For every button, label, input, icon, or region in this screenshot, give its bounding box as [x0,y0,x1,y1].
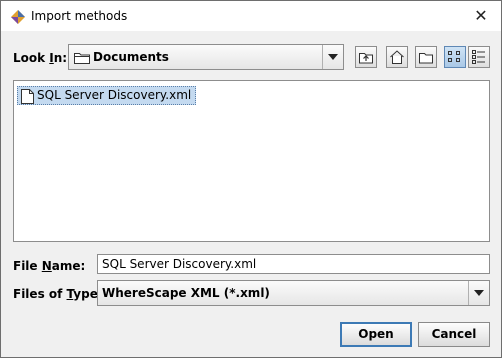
details-view-button[interactable] [468,46,490,68]
home-button[interactable] [386,46,408,68]
title-bar: Import methods ✕ [1,1,501,31]
file-type-label: Files of Type: [13,287,103,301]
home-icon [390,50,404,64]
document-icon [21,89,34,104]
close-icon: ✕ [474,6,488,25]
file-type-label-pre: Files of [13,287,67,301]
look-in-combo[interactable]: Documents [68,44,344,70]
chevron-down-icon[interactable] [468,281,489,305]
file-name-input[interactable]: SQL Server Discovery.xml [97,254,490,274]
new-folder-icon [419,53,433,64]
open-button[interactable]: Open [340,322,412,347]
up-one-level-button[interactable] [355,46,377,68]
file-name-label: File Name: [13,259,85,273]
list-view-button[interactable] [444,46,466,68]
file-type-value: WhereScape XML (*.xml) [102,286,270,300]
list-view-icon [448,51,460,62]
close-button[interactable]: ✕ [471,7,491,25]
chevron-down-icon[interactable] [322,45,343,69]
folder-icon [74,53,90,64]
file-list[interactable]: SQL Server Discovery.xml [13,80,490,242]
up-one-level-icon [359,53,373,64]
new-folder-button[interactable] [415,46,437,68]
details-view-icon [472,50,485,64]
app-icon [11,10,25,24]
cancel-button[interactable]: Cancel [418,322,490,347]
file-name-label-pre: File [13,259,42,273]
file-type-combo[interactable]: WhereScape XML (*.xml) [97,280,490,306]
look-in-label: Look In: [13,51,67,65]
list-item[interactable]: SQL Server Discovery.xml [17,86,197,105]
look-in-label-post: n: [53,51,68,65]
look-in-value: Documents [93,50,169,64]
window-title: Import methods [31,9,128,23]
file-name-label-post: ame: [51,259,86,273]
import-dialog: Import methods ✕ Look In: Documents SQL … [0,0,502,358]
file-name: SQL Server Discovery.xml [37,88,192,102]
file-name-label-mnemonic: N [41,259,52,273]
look-in-label-pre: Look [13,51,50,65]
